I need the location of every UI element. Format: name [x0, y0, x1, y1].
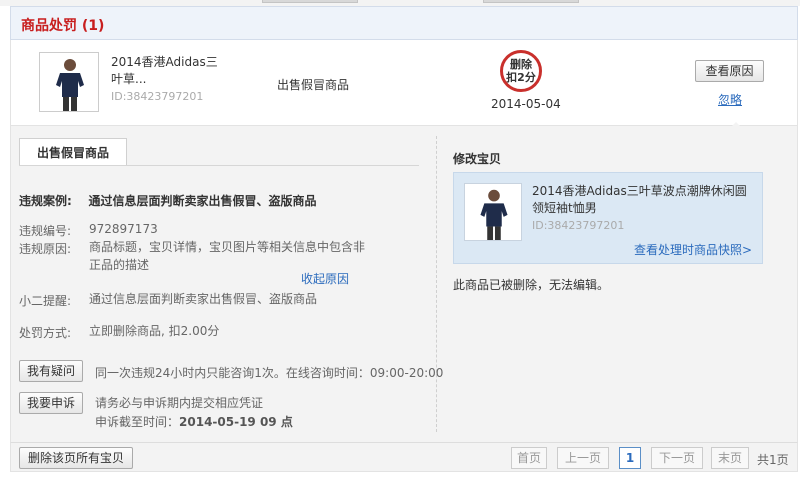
edit-product-card: 2014香港Adidas三叶草波点潮牌休闲圆领短袖t恤男 ID:38423797… [453, 172, 763, 264]
next-page-button[interactable]: 下一页 [651, 447, 703, 469]
last-page-button[interactable]: 末页 [711, 447, 749, 469]
view-snapshot-link[interactable]: 查看处理时商品快照> [634, 241, 752, 258]
total-pages: 共1页 [757, 453, 789, 467]
tab-violation-type[interactable]: 出售假冒商品 [19, 138, 127, 166]
product-thumbnail[interactable] [39, 52, 99, 112]
top-select-2[interactable] [483, 0, 579, 3]
tshirt-man-image [40, 53, 98, 111]
delete-all-button[interactable]: 删除该页所有宝贝 [19, 447, 133, 469]
case-label: 违规案例: [19, 194, 72, 208]
reminder-value: 通过信息层面判断卖家出售假冒、盗版商品 [89, 292, 318, 306]
appeal-deadline-value: 2014-05-19 09 点 [179, 415, 293, 429]
edit-product-id: ID:38423797201 [532, 219, 625, 232]
penalty-date: 2014-05-04 [491, 97, 561, 111]
violation-id-label: 违规编号: [19, 224, 72, 238]
first-page-button[interactable]: 首页 [511, 447, 547, 469]
footer-bar: 删除该页所有宝贝 首页 上一页 1 下一页 末页 共1页 [10, 442, 798, 472]
violation-reason-label: 违规原因: [19, 242, 72, 256]
collapse-reason-link[interactable]: 收起原因 [301, 270, 349, 287]
penalty-method-label: 处罚方式: [19, 326, 72, 340]
violation-id-value: 972897173 [89, 222, 158, 236]
appeal-deadline-label: 申诉截至时间： [95, 415, 180, 429]
penalty-method-value: 立即删除商品, 扣2.00分 [89, 324, 220, 338]
product-id: ID:38423797201 [111, 90, 204, 103]
deleted-message: 此商品已被删除，无法编辑。 [453, 278, 610, 292]
edit-item-title: 修改宝贝 [453, 152, 502, 166]
prev-page-button[interactable]: 上一页 [557, 447, 609, 469]
ask-question-button[interactable]: 我有疑问 [19, 360, 83, 382]
product-title-link[interactable]: 2014香港Adidas三叶草... [111, 54, 221, 88]
ask-note: 同一次违规24小时内只能咨询1次。在线咨询时间：09:00-20:00 [95, 366, 444, 380]
tshirt-man-image [465, 184, 521, 240]
violation-reason-value: 商品标题，宝贝详情，宝贝图片等相关信息中包含非 正品的描述 [89, 238, 365, 274]
current-page-button[interactable]: 1 [619, 447, 641, 469]
ignore-link[interactable]: 忽略 [718, 91, 742, 108]
violation-type: 出售假冒商品 [277, 78, 350, 92]
tab-underline [19, 165, 419, 166]
case-text: 通过信息层面判断卖家出售假冒、盗版商品 [88, 194, 317, 208]
section-header: 商品处罚 (1) [10, 6, 798, 40]
appeal-deadline: 申诉截至时间：2014-05-19 09 点 [95, 413, 293, 430]
edit-product-title[interactable]: 2014香港Adidas三叶草波点潮牌休闲圆领短袖t恤男 [532, 183, 752, 217]
violation-reason-line1: 商品标题，宝贝详情，宝贝图片等相关信息中包含非 [89, 240, 366, 254]
penalty-stamp: 删除 扣2分 [500, 50, 542, 92]
appeal-button[interactable]: 我要申诉 [19, 392, 83, 414]
edit-product-thumbnail[interactable] [464, 183, 522, 241]
section-title: 商品处罚 (1) [21, 18, 105, 34]
bottom-strip [0, 472, 800, 500]
details-panel: 出售假冒商品 违规案例: 通过信息层面判断卖家出售假冒、盗版商品 违规编号: 9… [10, 126, 798, 442]
stamp-line-1: 删除 [510, 58, 532, 71]
appeal-note: 请务必与申诉期内提交相应凭证 [95, 396, 264, 410]
view-reason-button[interactable]: 查看原因 [695, 60, 764, 82]
penalty-row: 2014香港Adidas三叶草... ID:38423797201 出售假冒商品… [10, 40, 798, 129]
reminder-label: 小二提醒: [19, 294, 72, 308]
top-select-1[interactable] [262, 0, 358, 3]
panel-divider [436, 136, 437, 432]
stamp-line-2: 扣2分 [506, 71, 536, 84]
case-heading: 违规案例: 通过信息层面判断卖家出售假冒、盗版商品 [19, 192, 317, 209]
